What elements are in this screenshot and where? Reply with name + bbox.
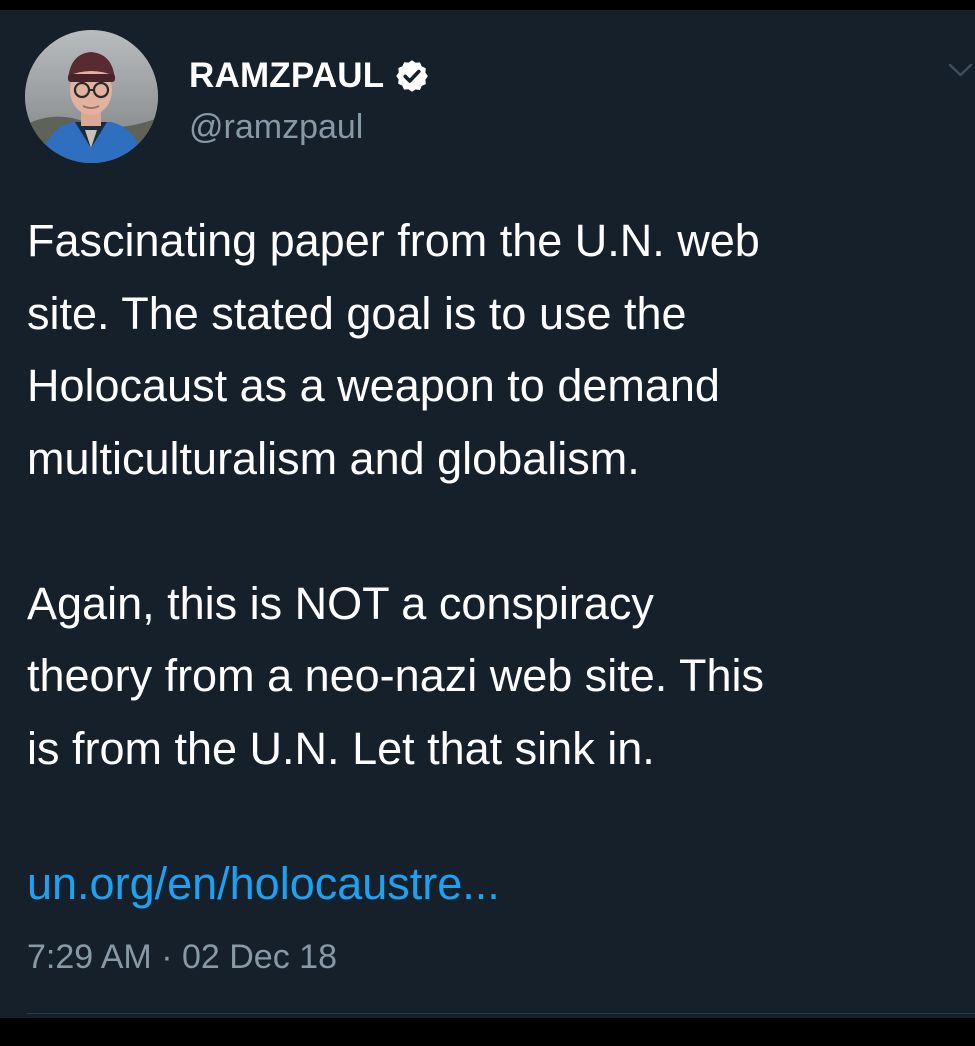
tweet-text-line: is from the U.N. Let that sink in. xyxy=(27,722,655,774)
tweet-text-line: multiculturalism and globalism. xyxy=(27,432,640,484)
avatar[interactable] xyxy=(25,30,158,163)
tweet-text: Fascinating paper from the U.N. web site… xyxy=(27,205,962,785)
tweet-text-line: Fascinating paper from the U.N. web xyxy=(27,215,760,266)
tweet-link[interactable]: un.org/en/holocaustre... xyxy=(27,848,500,920)
tweet-card[interactable]: RAMZPAUL @ramzpaul Fascinating paper fro… xyxy=(0,10,975,1018)
timestamp-separator: · xyxy=(161,938,173,976)
tweet-timestamp[interactable]: 7:29 AM · 02 Dec 18 xyxy=(27,935,337,979)
tweet-time[interactable]: 7:29 AM xyxy=(27,938,152,976)
tweet-text-line: theory from a neo-nazi web site. This xyxy=(27,650,765,701)
tweet-text-line: Again, this is NOT a conspiracy xyxy=(27,577,654,629)
profile-photo-icon xyxy=(25,30,158,163)
tweet-text-line: site. The stated goal is to use the xyxy=(27,287,687,339)
handle[interactable]: @ramzpaul xyxy=(189,108,363,147)
tweet-date[interactable]: 02 Dec 18 xyxy=(182,938,337,976)
verified-badge-icon xyxy=(396,60,429,92)
tweet-text-line: Holocaust as a weapon to demand xyxy=(27,360,720,411)
divider xyxy=(27,1013,975,1014)
display-name[interactable]: RAMZPAUL xyxy=(189,56,384,96)
bottom-edge xyxy=(0,1018,975,1046)
top-edge xyxy=(0,0,975,10)
paragraph-break xyxy=(27,495,962,568)
chevron-down-icon[interactable] xyxy=(946,58,975,82)
author-name-row[interactable]: RAMZPAUL xyxy=(189,54,430,98)
